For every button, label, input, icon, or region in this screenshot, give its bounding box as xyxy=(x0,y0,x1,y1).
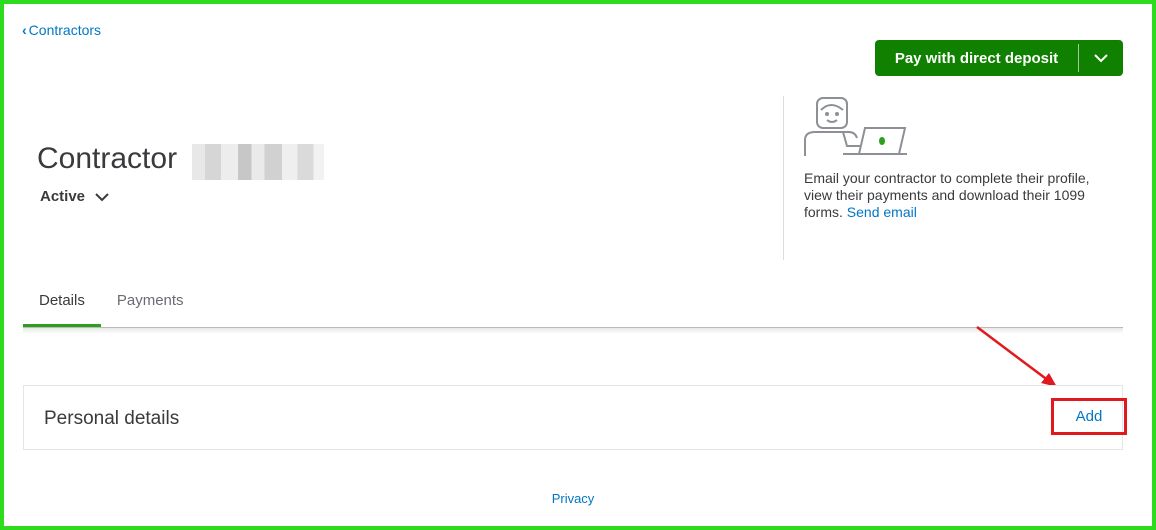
send-email-link[interactable]: Send email xyxy=(847,204,917,220)
add-personal-details-button[interactable]: Add xyxy=(1051,398,1127,435)
personal-details-card: Personal details Add xyxy=(23,385,1127,450)
privacy-label: Privacy xyxy=(551,491,595,506)
contractor-laptop-illustration xyxy=(804,97,907,156)
header-divider xyxy=(783,96,784,260)
tab-details-label: Details xyxy=(39,292,85,309)
email-contractor-promo: Email your contractor to complete their … xyxy=(804,170,1114,221)
pay-button-label: Pay with direct deposit xyxy=(894,49,1059,67)
pay-with-direct-deposit-split-button: Pay with direct deposit xyxy=(875,40,1123,76)
page-title-prefix: Contractor xyxy=(37,142,178,175)
chevron-down-icon xyxy=(95,192,109,201)
status-dropdown[interactable]: Active xyxy=(40,188,109,205)
tab-details[interactable]: Details xyxy=(23,282,101,328)
screenshot-frame xyxy=(0,0,1156,530)
status-label: Active xyxy=(40,188,86,205)
page-title: Contractor xyxy=(37,142,177,176)
redacted-contractor-name xyxy=(192,144,324,180)
tab-payments-label: Payments xyxy=(116,292,184,309)
privacy-link[interactable]: Privacy xyxy=(0,491,1146,506)
personal-details-title: Personal details xyxy=(44,408,180,429)
tabs-shadow xyxy=(23,328,1123,334)
back-link-label: Contractors xyxy=(28,22,102,38)
add-label: Add xyxy=(1075,408,1103,425)
contractor-tabs: Details Payments xyxy=(23,282,200,328)
pay-options-dropdown-button[interactable] xyxy=(1079,40,1123,76)
pay-with-direct-deposit-button[interactable]: Pay with direct deposit xyxy=(875,40,1078,76)
chevron-left-icon: ‹ xyxy=(22,22,27,38)
back-to-contractors-link[interactable]: ‹ Contractors xyxy=(22,22,101,38)
chevron-down-icon xyxy=(1094,54,1108,63)
tab-payments[interactable]: Payments xyxy=(101,282,200,328)
